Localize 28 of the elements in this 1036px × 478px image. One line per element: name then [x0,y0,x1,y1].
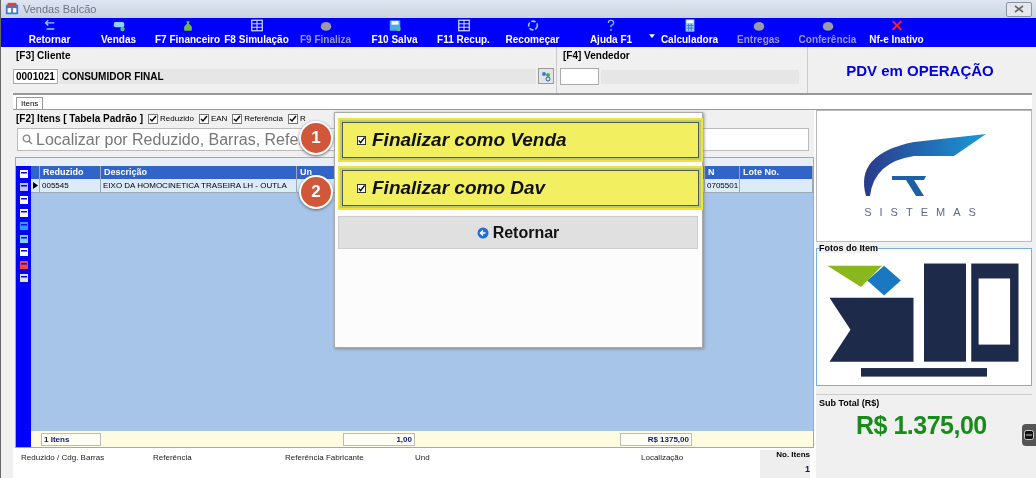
status-text: PDV em OPERAÇÃO [846,61,994,79]
client-label: [F3] Cliente [15,49,72,63]
detail-label: Reduzido / Cdg. Barras [21,453,105,462]
step-badge: 1 [299,121,333,155]
checkbox-label: R [300,114,306,123]
table-cell: 005545 [40,179,101,192]
client-name-field: CONSUMIDOR FINAL [59,68,536,84]
checkbox-label: EAN [210,114,228,123]
detail-label: Referência [153,453,192,462]
subtotal-label: Sub Total (R$) [818,397,881,410]
quantity-total-field: 1,00 [343,433,415,446]
logo-text: SISTEMAS [864,206,984,218]
table-cell: EIXO DA HOMOCINETICA TRASEIRA LH - OUTLA [101,179,297,192]
detail-label: Localização [641,453,684,462]
detail-label: Und [415,453,430,462]
item-count-value: 1 [805,464,810,474]
photo-group-title: Fotos do Item [819,243,878,253]
window-title: Vendas Balcão [23,3,98,15]
detail-label: Referência Fabricante [285,453,364,462]
subtotal-value: R$ 1.375,00 [856,411,987,440]
table-cell: 0705501 [705,179,740,192]
checkbox-label: Reduzido [160,114,194,123]
value-total-field: R$ 1375,00 [620,433,692,446]
item-count-label: No. Itens [776,450,810,459]
items-label: [F2] Itens [ Tabela Padrão ] [16,113,144,124]
item-count-field: 1 Itens [41,433,101,446]
checkbox-label: Referência [244,114,283,123]
seller-label: [F4] Vendedor [562,49,631,63]
